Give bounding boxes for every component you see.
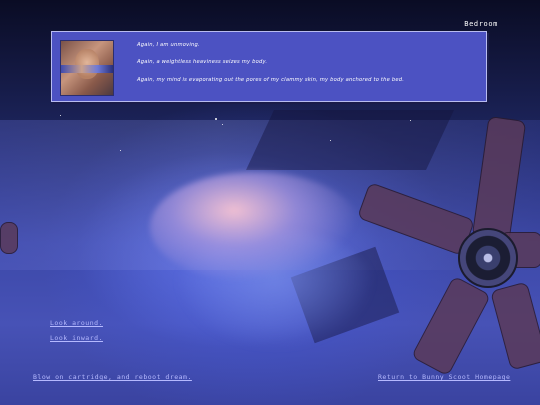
- star: [120, 150, 121, 151]
- portrait-face: [75, 49, 99, 79]
- character-portrait: [60, 40, 114, 96]
- portrait-glitch-strip: [61, 65, 113, 73]
- fan-blade: [0, 222, 18, 254]
- star: [215, 118, 217, 120]
- homepage-link[interactable]: Return to Bunny Scoot Homepage: [378, 373, 510, 381]
- star: [410, 120, 411, 121]
- dialog-line: Again, my mind is evaporating out the po…: [137, 77, 405, 83]
- reboot-dream-link[interactable]: Blow on cartridge, and reboot dream.: [33, 373, 192, 381]
- star: [60, 115, 61, 116]
- dialog-line: Again, I am unmoving.: [137, 42, 200, 48]
- fan-shadow: [246, 110, 454, 170]
- choice-look-around[interactable]: Look around.: [50, 319, 103, 327]
- ceiling-fan-hub: [458, 228, 518, 288]
- star: [222, 124, 223, 125]
- dialog-line: Again, a weightless heaviness seizes my …: [137, 59, 268, 65]
- cloud: [150, 172, 360, 282]
- location-label: Bedroom: [464, 20, 498, 28]
- dialog-box: Again, I am unmoving. Again, a weightles…: [51, 31, 487, 102]
- star: [330, 140, 331, 141]
- choice-look-inward[interactable]: Look inward.: [50, 334, 103, 342]
